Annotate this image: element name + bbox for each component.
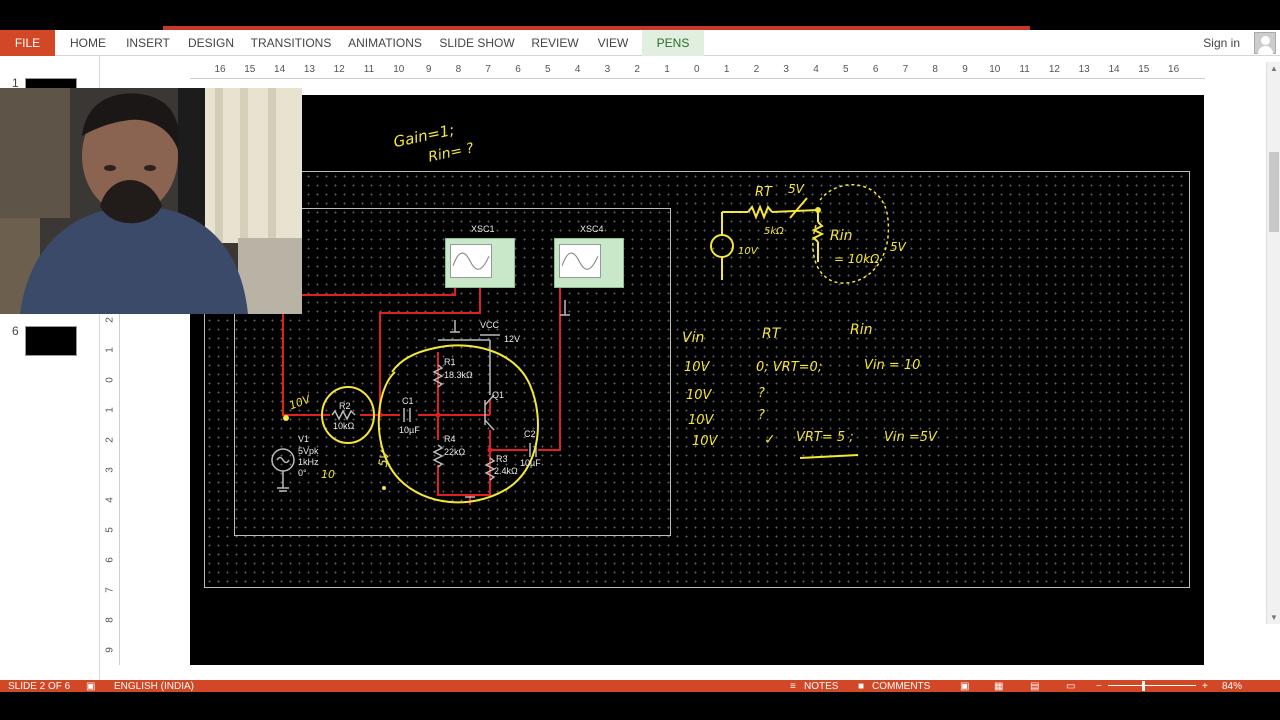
v1-label: V1 <box>298 434 310 444</box>
ink-col-rt: RT <box>762 326 781 342</box>
oscilloscope-xsc4[interactable] <box>554 238 624 288</box>
language-indicator[interactable]: ENGLISH (INDIA) <box>114 681 194 692</box>
spellcheck-icon[interactable]: ▣ <box>86 681 95 692</box>
r4-value: 22kΩ <box>444 447 466 457</box>
reading-view-icon[interactable]: ▤ <box>1030 681 1039 692</box>
ink-row4-check: ✓ <box>764 432 776 448</box>
scope-screen <box>559 244 601 278</box>
bottom-black-bar <box>0 692 1280 720</box>
ink-col-rin: Rin <box>850 322 873 338</box>
oscilloscope-xsc1[interactable] <box>445 238 515 288</box>
status-bar: SLIDE 2 OF 6 ▣ ENGLISH (INDIA) ≡ NOTES ■… <box>0 680 1280 692</box>
ink-row3-rt: ? <box>758 408 765 423</box>
r3-label: R3 <box>496 454 508 464</box>
notes-button[interactable]: NOTES <box>804 681 838 692</box>
ink-10v-source: 10V <box>738 246 758 257</box>
ink-row4-vin: 10V <box>692 434 718 449</box>
circuit-junctions <box>377 412 493 453</box>
v1-phase: 0° <box>298 468 307 478</box>
ink-5v-right: 5V <box>890 240 906 254</box>
comments-button[interactable]: COMMENTS <box>872 681 930 692</box>
ink-row2-rt: ? <box>758 386 765 401</box>
r2-label: R2 <box>339 401 351 411</box>
r3-value: 2.4kΩ <box>494 466 518 476</box>
c1-label: C1 <box>402 396 414 406</box>
zoom-in-icon[interactable]: + <box>1202 681 1208 692</box>
notes-icon: ≡ <box>790 681 796 692</box>
webcam-video-frame <box>0 88 302 314</box>
ink-row2-vin: 10V <box>686 388 712 403</box>
c1-value: 10µF <box>399 425 420 435</box>
ink-row3-vin: 10V <box>688 413 714 428</box>
zoom-slider[interactable] <box>1108 685 1196 686</box>
ink-row1-rt: 0; VRT=0; <box>756 360 823 375</box>
ink-node-5v: 5V <box>375 449 393 469</box>
slideshow-icon[interactable]: ▭ <box>1066 681 1075 692</box>
zoom-level[interactable]: 84% <box>1222 681 1242 692</box>
powerpoint-window: FILE HOME INSERT DESIGN TRANSITIONS ANIM… <box>0 0 1280 720</box>
xsc4-label: XSC4 <box>580 224 604 234</box>
ink-row1-vin: 10V <box>684 360 710 375</box>
comments-icon: ■ <box>858 681 865 692</box>
ink-5k-label: 5kΩ <box>764 226 784 237</box>
ink-row4-rt: VRT= 5 ; <box>796 430 854 445</box>
r4-label: R4 <box>444 434 456 444</box>
ink-10k-label: = 10kΩ <box>834 252 880 266</box>
ink-col-vin: Vin <box>682 330 705 346</box>
ink-5v-label: 5V <box>788 182 804 196</box>
v1-amplitude: 5Vpk <box>298 446 319 456</box>
r2-value: 10kΩ <box>333 421 355 431</box>
q1-label: Q1 <box>492 390 505 400</box>
r1-label: R1 <box>444 357 456 367</box>
ink-rt-label: RT <box>755 185 772 200</box>
ink-source-10: 10 <box>321 468 335 481</box>
c2-label: C2 <box>524 429 536 439</box>
ink-row1-rin: Vin = 10 <box>864 358 921 373</box>
c2-value: 10µF <box>520 458 541 468</box>
scope-screen <box>450 244 492 278</box>
zoom-slider-thumb[interactable] <box>1142 681 1145 691</box>
ink-rin-label: Rin <box>830 228 853 244</box>
slide-sorter-icon[interactable]: ▦ <box>994 681 1003 692</box>
xsc1-label: XSC1 <box>471 224 495 234</box>
ink-row4-rin: Vin =5V <box>884 430 937 445</box>
presenter-webcam <box>0 88 302 314</box>
v1-frequency: 1kHz <box>298 457 319 467</box>
slide-indicator: SLIDE 2 OF 6 <box>8 681 71 692</box>
zoom-out-icon[interactable]: − <box>1096 681 1102 692</box>
r1-value: 18.3kΩ <box>444 370 473 380</box>
vcc-label: VCC <box>480 320 500 330</box>
normal-view-icon[interactable]: ▣ <box>960 681 969 692</box>
vcc-value: 12V <box>504 334 521 344</box>
